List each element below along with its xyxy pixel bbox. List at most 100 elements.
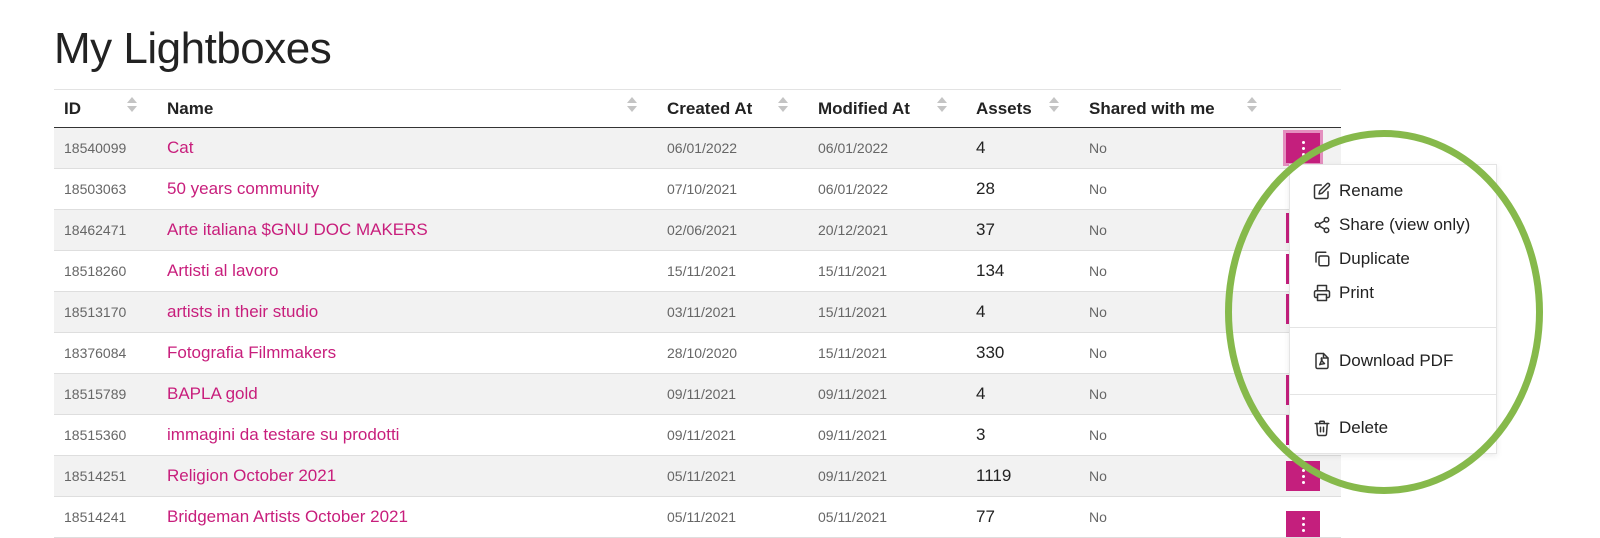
row-created: 05/11/2021	[667, 468, 737, 484]
lightbox-name-link[interactable]: Fotografia Filmmakers	[167, 343, 336, 363]
lightbox-name-link[interactable]: Bridgeman Artists October 2021	[167, 507, 408, 527]
row-actions-button[interactable]	[1286, 511, 1320, 537]
row-created: 09/11/2021	[667, 386, 737, 402]
lightbox-name-link[interactable]: Religion October 2021	[167, 466, 336, 486]
lightboxes-table: ID Name Created At Modified At Assets Sh…	[54, 89, 1341, 538]
table-row: 18376084 Fotografia Filmmakers 28/10/202…	[54, 333, 1341, 374]
row-id: 18514241	[64, 509, 127, 525]
lightbox-name-link[interactable]: Arte italiana $GNU DOC MAKERS	[167, 220, 428, 240]
row-modified: 15/11/2021	[818, 263, 888, 279]
menu-item-print[interactable]: Print	[1313, 283, 1374, 303]
row-assets: 330	[976, 343, 1005, 362]
row-shared: No	[1089, 386, 1107, 402]
lightbox-name-link[interactable]: immagini da testare su prodotti	[167, 425, 399, 445]
row-actions-button[interactable]	[1286, 461, 1320, 491]
row-created: 15/11/2021	[667, 263, 737, 279]
sort-icon[interactable]	[1247, 97, 1257, 113]
row-id: 18462471	[64, 222, 127, 238]
table-row: 18503063 50 years community 07/10/2021 0…	[54, 169, 1341, 210]
row-assets: 1119	[976, 466, 1012, 485]
row-modified: 06/01/2022	[818, 181, 889, 197]
row-shared: No	[1089, 263, 1107, 279]
row-id: 18514251	[64, 468, 127, 484]
table-row: 18515360 immagini da testare su prodotti…	[54, 415, 1341, 456]
row-assets: 28	[976, 179, 995, 198]
row-modified: 09/11/2021	[818, 468, 888, 484]
menu-item-label: Print	[1339, 283, 1374, 302]
row-assets: 3	[976, 425, 986, 444]
column-header-assets[interactable]: Assets	[976, 90, 1032, 127]
share-icon	[1314, 216, 1330, 234]
row-created: 02/06/2021	[667, 222, 738, 238]
lightbox-name-link[interactable]: Artisti al lavoro	[167, 261, 278, 281]
row-modified: 06/01/2022	[818, 140, 889, 156]
row-id: 18515360	[64, 427, 127, 443]
row-id: 18376084	[64, 345, 127, 361]
kebab-icon	[1301, 468, 1305, 472]
sort-icon[interactable]	[1049, 97, 1059, 113]
row-modified: 20/12/2021	[818, 222, 889, 238]
row-actions-button[interactable]	[1283, 130, 1323, 166]
table-row: 18514251 Religion October 2021 05/11/202…	[54, 456, 1341, 497]
menu-item-share[interactable]: Share (view only)	[1313, 215, 1470, 235]
sort-icon[interactable]	[778, 97, 788, 113]
row-id: 18513170	[64, 304, 127, 320]
row-shared: No	[1089, 304, 1107, 320]
page-title: My Lightboxes	[54, 24, 332, 73]
lightbox-name-link[interactable]: 50 years community	[167, 179, 319, 199]
row-shared: No	[1089, 181, 1107, 197]
table-row: 18462471 Arte italiana $GNU DOC MAKERS 0…	[54, 210, 1341, 251]
menu-divider	[1290, 394, 1496, 395]
pdf-file-icon	[1315, 352, 1329, 370]
menu-divider	[1290, 327, 1496, 328]
row-actions-menu: Rename Share (view only) Duplicate Print…	[1289, 164, 1497, 454]
menu-item-rename[interactable]: Rename	[1313, 181, 1403, 201]
menu-item-label: Download PDF	[1339, 351, 1454, 370]
row-assets: 4	[976, 384, 986, 403]
row-modified: 15/11/2021	[818, 304, 888, 320]
row-created: 05/11/2021	[667, 509, 737, 525]
sort-icon[interactable]	[627, 97, 637, 113]
sort-icon[interactable]	[937, 97, 947, 113]
lightbox-name-link[interactable]: artists in their studio	[167, 302, 318, 322]
menu-item-label: Rename	[1339, 181, 1404, 200]
lightbox-name-link[interactable]: Cat	[167, 138, 193, 158]
menu-item-label: Share (view only)	[1339, 215, 1471, 234]
row-modified: 15/11/2021	[818, 345, 888, 361]
row-id: 18518260	[64, 263, 127, 279]
row-shared: No	[1089, 140, 1107, 156]
table-header: ID Name Created At Modified At Assets Sh…	[54, 90, 1341, 128]
menu-item-label: Duplicate	[1339, 249, 1410, 268]
row-shared: No	[1089, 468, 1107, 484]
row-id: 18515789	[64, 386, 127, 402]
column-header-id[interactable]: ID	[64, 90, 81, 127]
lightbox-name-link[interactable]: BAPLA gold	[167, 384, 258, 404]
printer-icon	[1313, 284, 1331, 302]
column-header-modified[interactable]: Modified At	[818, 90, 910, 127]
trash-icon	[1314, 420, 1330, 437]
column-header-name[interactable]: Name	[167, 90, 213, 127]
menu-item-download-pdf[interactable]: Download PDF	[1313, 351, 1453, 371]
table-row: 18540099 Cat 06/01/2022 06/01/2022 4 No	[54, 128, 1341, 169]
row-created: 07/10/2021	[667, 181, 738, 197]
kebab-icon	[1301, 516, 1305, 520]
column-header-created[interactable]: Created At	[667, 90, 752, 127]
row-created: 03/11/2021	[667, 304, 737, 320]
row-assets: 4	[976, 138, 986, 157]
table-row: 18514241 Bridgeman Artists October 2021 …	[54, 497, 1341, 538]
row-shared: No	[1089, 222, 1107, 238]
edit-icon	[1313, 182, 1331, 200]
column-header-shared[interactable]: Shared with me	[1089, 90, 1215, 127]
table-row: 18515789 BAPLA gold 09/11/2021 09/11/202…	[54, 374, 1341, 415]
row-created: 06/01/2022	[667, 140, 738, 156]
row-id: 18503063	[64, 181, 127, 197]
menu-item-duplicate[interactable]: Duplicate	[1313, 249, 1410, 269]
row-modified: 09/11/2021	[818, 386, 888, 402]
row-created: 28/10/2020	[667, 345, 738, 361]
row-shared: No	[1089, 509, 1107, 525]
row-modified: 09/11/2021	[818, 427, 888, 443]
sort-icon[interactable]	[127, 97, 137, 113]
menu-item-delete[interactable]: Delete	[1313, 418, 1388, 438]
table-row: 18513170 artists in their studio 03/11/2…	[54, 292, 1341, 333]
row-shared: No	[1089, 427, 1107, 443]
